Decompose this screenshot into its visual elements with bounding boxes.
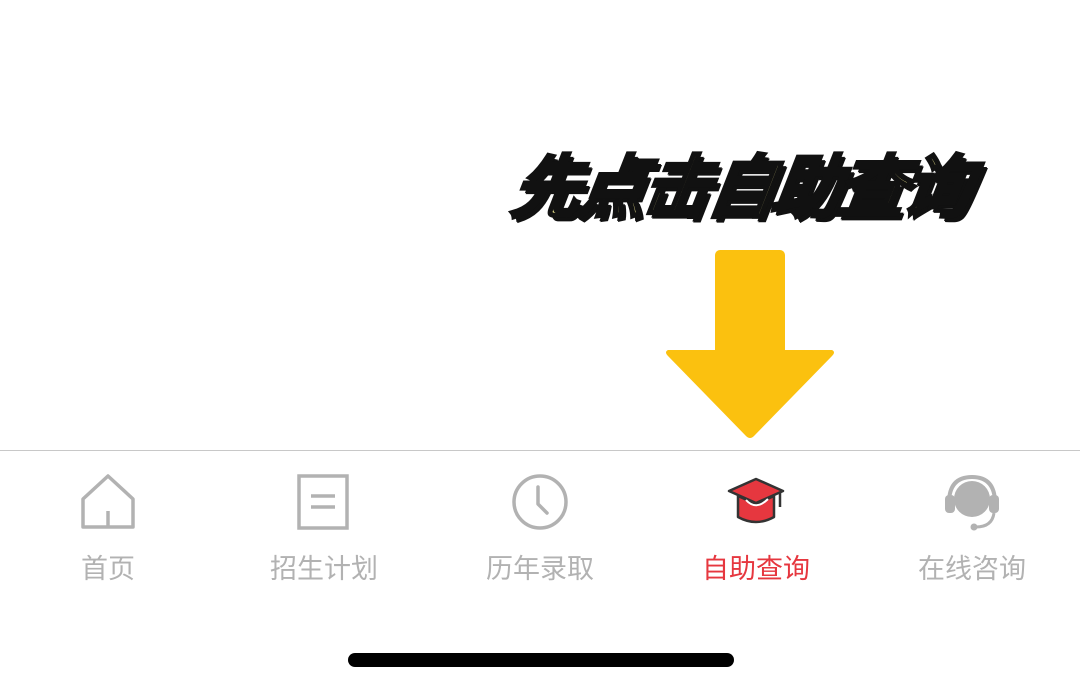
home-indicator[interactable] <box>348 653 734 667</box>
headset-icon <box>945 474 999 531</box>
document-icon <box>297 474 349 530</box>
tab-home[interactable]: 首页 <box>0 451 216 601</box>
annotation-text: 先点击自助查询 <box>506 148 975 230</box>
tab-online-consult[interactable]: 在线咨询 <box>864 451 1080 601</box>
graduation-cap-icon <box>727 477 785 524</box>
clock-icon <box>512 474 568 530</box>
tab-label: 招生计划 <box>270 554 378 585</box>
tab-past-admissions[interactable]: 历年录取 <box>432 451 648 601</box>
tab-admission-plan[interactable]: 招生计划 <box>216 451 432 601</box>
bottom-tab-bar: 首页 招生计划 历年录取 自助查询 在线咨询 <box>0 450 1080 687</box>
tab-label: 自助查询 <box>702 554 810 585</box>
annotation-callout: 先点击自助查询 <box>498 128 1028 230</box>
home-icon <box>81 474 135 529</box>
tab-label: 在线咨询 <box>918 554 1026 585</box>
tab-label: 首页 <box>81 554 135 585</box>
down-arrow-icon <box>666 250 834 438</box>
tab-label: 历年录取 <box>486 554 594 585</box>
tab-self-service-query[interactable]: 自助查询 <box>648 451 864 601</box>
